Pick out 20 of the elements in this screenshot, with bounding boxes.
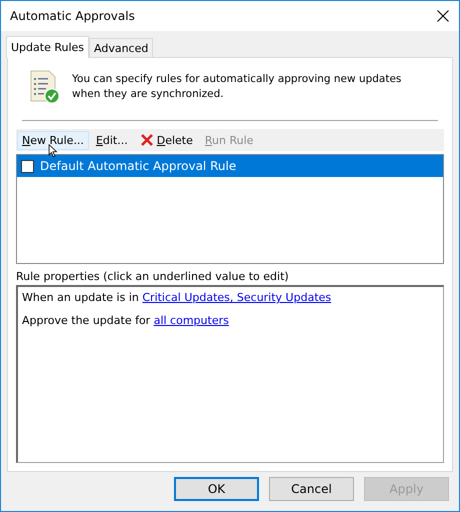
intro-text: You can specify rules for automatically approving new updates when they are synchronized. bbox=[72, 72, 402, 102]
property-sentence: When an update is in Critical Updates, Security Updates bbox=[22, 291, 332, 304]
tab[interactable]: Update Rules bbox=[6, 36, 90, 58]
tab[interactable]: Advanced bbox=[89, 38, 154, 57]
delete-button[interactable]: Delete bbox=[134, 130, 198, 150]
rule-name: Default Automatic Approval Rule bbox=[40, 159, 236, 173]
rule-item[interactable]: Default Automatic Approval Rule bbox=[17, 155, 443, 177]
document-check-icon bbox=[30, 70, 60, 104]
checkbox[interactable] bbox=[21, 160, 34, 172]
value-link[interactable]: Critical Updates, Security Updates bbox=[142, 291, 332, 304]
value-link[interactable]: all computers bbox=[154, 314, 229, 327]
dialog-button[interactable]: Cancel bbox=[269, 477, 354, 501]
close-icon bbox=[140, 133, 154, 147]
toolbar-button[interactable]: Edit... bbox=[90, 130, 133, 150]
section-label: Rule properties (click an underlined value to edit) bbox=[16, 270, 290, 283]
window-title: Automatic Approvals bbox=[10, 9, 135, 23]
property-sentence: Approve the update for all computers bbox=[22, 314, 230, 327]
toolbar-button[interactable]: New Rule... bbox=[17, 130, 89, 150]
close-icon[interactable] bbox=[437, 10, 449, 22]
dialog-button[interactable]: OK bbox=[174, 477, 259, 501]
